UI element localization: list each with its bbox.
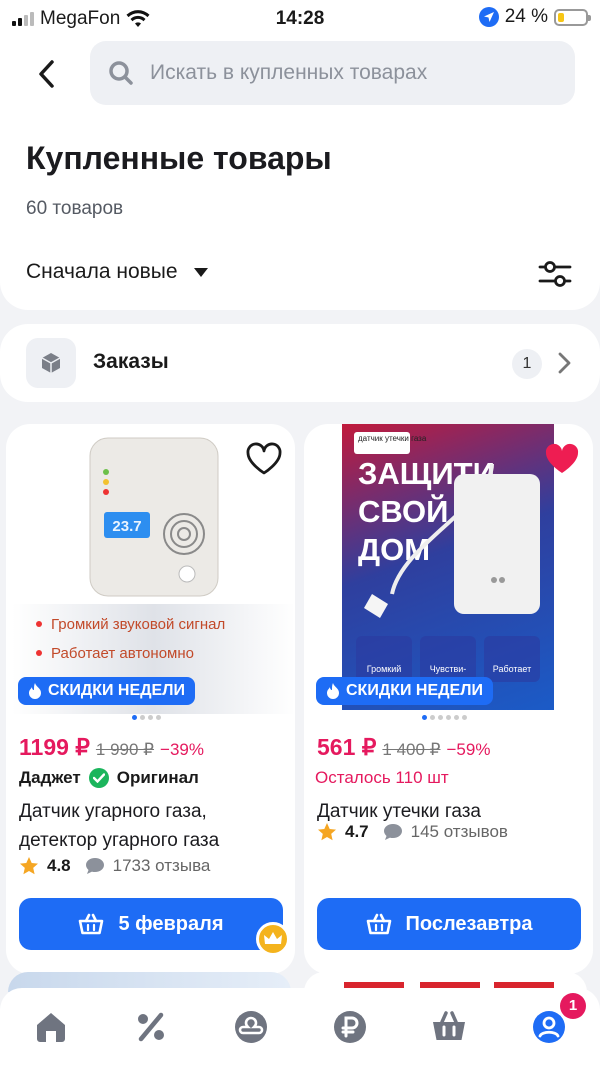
old-price: 1 990 ₽ <box>95 740 155 759</box>
profile-icon <box>533 1011 565 1043</box>
back-button[interactable] <box>32 56 62 92</box>
product-image[interactable]: датчик утечки газа ЗАЩИТИ СВОЙ ДОМ Громк… <box>342 424 554 710</box>
search-input[interactable]: Искать в купленных товарах <box>90 41 575 105</box>
sale-badge-label: СКИДКИ НЕДЕЛИ <box>346 682 483 699</box>
stock-remaining: Осталось 110 шт <box>315 768 449 787</box>
favorite-icon[interactable] <box>543 442 581 476</box>
discount: −39% <box>160 740 204 759</box>
svg-text:Чувстви-: Чувстви- <box>430 664 467 674</box>
svg-text:Работает: Работает <box>493 664 532 674</box>
header-panel: Искать в купленных товарах Купленные тов… <box>0 36 600 310</box>
box-icon <box>26 338 76 388</box>
brand-row: Даджет Оригинал <box>19 768 199 788</box>
product-card[interactable]: 23.7 Громкий звуковой сигнал Работает ав… <box>6 424 295 974</box>
image-pager-dots <box>132 715 161 720</box>
search-placeholder: Искать в купленных товарах <box>150 61 428 84</box>
svg-text:23.7: 23.7 <box>112 518 141 535</box>
caret-down-icon <box>193 267 208 277</box>
image-caption-2: Работает автономно <box>51 645 194 662</box>
comment-icon <box>383 824 402 840</box>
percent-icon <box>138 1012 164 1042</box>
ruble-icon <box>334 1011 366 1043</box>
image-caption-2: датчик утечки газа <box>358 434 427 443</box>
cart-icon <box>433 1011 465 1040</box>
delivery-button-label: Послезавтра <box>405 912 533 935</box>
brand-name[interactable]: Даджет <box>19 768 81 788</box>
tab-cart[interactable] <box>430 1008 468 1046</box>
comment-icon <box>85 858 104 874</box>
price-row: 561 ₽ 1 400 ₽ −59% <box>317 734 490 761</box>
bottom-tab-bar <box>0 988 600 1066</box>
sale-badge: СКИДКИ НЕДЕЛИ <box>18 677 195 705</box>
sort-label: Сначала новые <box>26 260 178 283</box>
favorite-icon[interactable] <box>245 442 283 476</box>
basket-icon <box>366 913 391 935</box>
rating-row: 4.7 145 отзывов <box>317 822 508 842</box>
svg-text:СВОЙ: СВОЙ <box>358 493 448 529</box>
product-name[interactable]: Датчик угарного газа, детектор угарного … <box>19 797 289 855</box>
profile-notification-badge: 1 <box>560 993 586 1019</box>
original-label: Оригинал <box>116 768 199 787</box>
rating-row: 4.8 1733 отзыва <box>19 856 210 876</box>
flame-icon <box>327 683 339 699</box>
catalog-icon <box>235 1011 267 1043</box>
crown-icon <box>256 922 290 956</box>
image-pager-dots <box>422 715 467 720</box>
search-icon <box>109 61 133 85</box>
star-icon <box>20 857 38 875</box>
image-caption-1: Громкий звуковой сигнал <box>51 616 225 633</box>
orders-count-badge: 1 <box>512 349 542 379</box>
reviews-count: 145 отзывов <box>410 822 508 841</box>
chevron-right-icon <box>558 352 571 374</box>
status-bar: MegaFon 14:28 24 % <box>0 0 600 36</box>
basket-icon <box>79 913 104 935</box>
rating-value: 4.7 <box>345 822 369 841</box>
reviews-count: 1733 отзыва <box>112 856 211 875</box>
battery-icon <box>554 8 591 26</box>
sale-badge-label: СКИДКИ НЕДЕЛИ <box>48 682 185 699</box>
rating-value: 4.8 <box>47 856 71 875</box>
orders-label: Заказы <box>93 350 169 373</box>
tab-home[interactable] <box>32 1008 70 1046</box>
flame-icon <box>29 683 41 699</box>
tab-discounts[interactable] <box>132 1008 170 1046</box>
discount: −59% <box>446 740 491 759</box>
location-icon <box>478 7 499 27</box>
status-right: 24 % <box>478 6 591 28</box>
chevron-left-icon <box>39 60 54 88</box>
filter-button[interactable] <box>538 257 572 291</box>
svg-text:Громкий: Громкий <box>367 664 402 674</box>
current-price: 561 ₽ <box>317 734 377 760</box>
sale-badge: СКИДКИ НЕДЕЛИ <box>316 677 493 705</box>
tab-catalog[interactable] <box>232 1008 270 1046</box>
delivery-button-label: 5 февраля <box>118 912 224 935</box>
delivery-button[interactable]: Послезавтра <box>317 898 581 950</box>
tab-finance[interactable] <box>331 1008 369 1046</box>
page-title: Купленные товары <box>26 140 332 176</box>
items-count: 60 товаров <box>26 198 124 219</box>
filter-icon <box>538 261 572 287</box>
product-card[interactable]: датчик утечки газа ЗАЩИТИ СВОЙ ДОМ Громк… <box>304 424 593 974</box>
star-icon <box>318 823 336 841</box>
current-price: 1199 ₽ <box>19 734 90 760</box>
orders-row[interactable]: Заказы 1 <box>0 324 600 402</box>
battery-level: 24 % <box>504 6 548 27</box>
price-row: 1199 ₽ 1 990 ₽ −39% <box>19 734 204 761</box>
home-icon <box>37 1013 65 1042</box>
check-icon <box>88 768 109 788</box>
delivery-button[interactable]: 5 февраля <box>19 898 283 950</box>
old-price: 1 400 ₽ <box>382 740 441 759</box>
sort-dropdown[interactable]: Сначала новые <box>26 260 208 284</box>
